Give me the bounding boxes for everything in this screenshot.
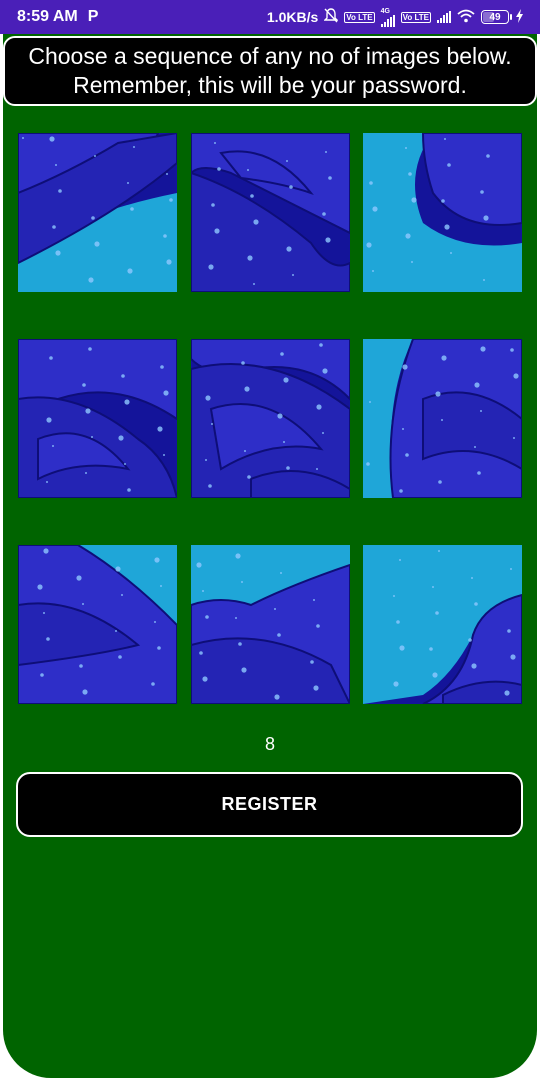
image-tile-4[interactable] (18, 339, 177, 498)
rose-image (18, 545, 177, 704)
status-left: 8:59 AM P (17, 0, 98, 34)
image-tile-9[interactable] (363, 545, 522, 704)
status-bar: 8:59 AM P 1.0KB/s Vo LTE 4G Vo LTE 49 (0, 0, 540, 34)
image-tile-5[interactable] (191, 339, 350, 498)
charging-icon (515, 8, 524, 26)
parking-notification-icon: P (87, 8, 99, 25)
register-button[interactable]: REGISTER (16, 772, 523, 837)
battery-level: 49 (489, 11, 501, 23)
volte-badge-2: Vo LTE (400, 11, 431, 23)
selection-counter: 8 (264, 734, 275, 754)
wifi-icon (457, 9, 475, 26)
register-screen: Choose a sequence of any no of images be… (3, 34, 537, 1078)
signal-icon (380, 14, 395, 27)
clock: 8:59 AM (17, 8, 78, 25)
network-type: 4G (380, 7, 390, 15)
network-speed: 1.0KB/s (266, 9, 319, 25)
instruction-banner: Choose a sequence of any no of images be… (3, 36, 537, 106)
status-right: 1.0KB/s Vo LTE 4G Vo LTE 49 (267, 0, 524, 34)
rose-image (363, 339, 522, 498)
rose-image (191, 339, 350, 498)
rose-image (363, 133, 522, 292)
volte-badge: Vo LTE (344, 11, 375, 23)
instruction-line-1: Choose a sequence of any no of images be… (28, 43, 512, 69)
rose-image (18, 339, 177, 498)
battery-icon: 49 (481, 10, 512, 24)
signal-icon-2 (437, 11, 451, 23)
image-tile-7[interactable] (18, 545, 177, 704)
image-tile-8[interactable] (191, 545, 350, 704)
image-tile-2[interactable] (191, 133, 350, 292)
rose-image (18, 133, 177, 292)
rose-image (191, 545, 350, 704)
image-tile-6[interactable] (363, 339, 522, 498)
rose-image (363, 545, 522, 704)
rose-image (191, 133, 350, 292)
instruction-line-2: Remember, this will be your password. (73, 72, 467, 98)
mute-bell-icon (323, 8, 339, 26)
image-tile-1[interactable] (18, 133, 177, 292)
image-tile-3[interactable] (363, 133, 522, 292)
